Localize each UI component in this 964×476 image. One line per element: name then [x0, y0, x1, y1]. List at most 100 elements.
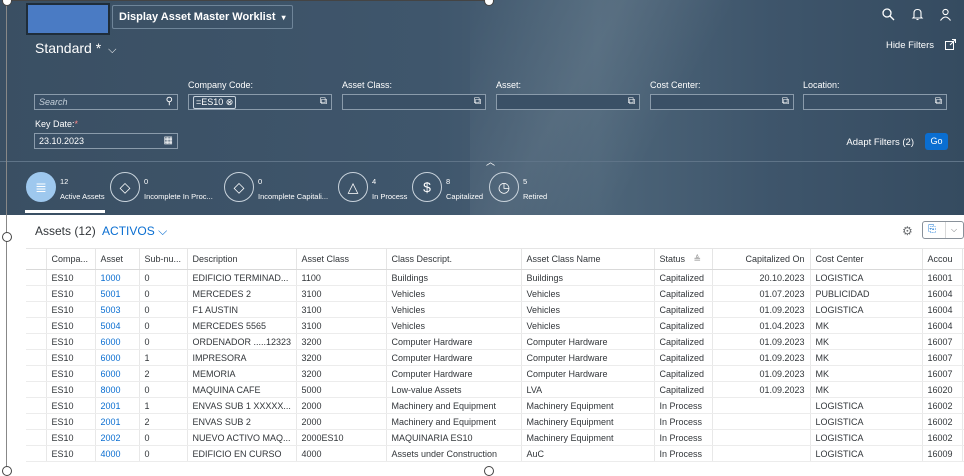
search-input[interactable]: Search ⚲	[34, 94, 178, 110]
user-icon[interactable]	[937, 8, 953, 24]
row-selector[interactable]	[26, 381, 47, 398]
row-selector[interactable]	[26, 445, 47, 462]
row-selector[interactable]	[26, 413, 47, 430]
row-selector[interactable]	[26, 429, 47, 446]
column-header[interactable]: Asset Class	[296, 248, 387, 270]
table-cell: 3200	[296, 333, 387, 350]
export-button[interactable]: ⎘ ⌵	[922, 221, 964, 239]
value-help-icon[interactable]: ⧉	[474, 95, 481, 109]
company-code-token[interactable]: =ES10 ⊗	[193, 96, 237, 109]
row-selector[interactable]	[26, 285, 47, 302]
column-header[interactable]: Cost Center	[810, 248, 923, 270]
table-cell: 0	[139, 429, 188, 446]
row-selector[interactable]	[26, 365, 47, 382]
table-row[interactable]: ES10 5003 0 F1 AUSTIN 3100 Vehicles Vehicles Ca…	[26, 301, 964, 318]
cost-center-field[interactable]: ⧉	[650, 94, 794, 110]
column-header[interactable]: Status ≜	[654, 248, 713, 270]
row-selector[interactable]	[26, 269, 47, 286]
calendar-icon[interactable]: ▦	[164, 134, 173, 148]
table-cell: In Process	[654, 413, 713, 430]
table-row[interactable]: ES10 6000 0 ORDENADOR .....12323 3200 Compute…	[26, 333, 964, 350]
asset-field[interactable]: ⧉	[496, 94, 640, 110]
table-variant-selector[interactable]: ACTIVOS ⌵	[102, 224, 167, 238]
app-title-menu[interactable]: Display Asset Master Worklist ▾	[112, 5, 293, 29]
row-selector[interactable]	[26, 301, 47, 318]
row-selector[interactable]	[26, 317, 47, 334]
column-header[interactable]: Description	[187, 248, 297, 270]
table-row[interactable]: ES10 1000 0 EDIFICIO TERMINAD... 1100 Buildin…	[26, 269, 964, 286]
table-cell: 3100	[296, 285, 387, 302]
row-selector[interactable]	[26, 349, 47, 366]
company-logo[interactable]	[26, 3, 110, 35]
row-selector[interactable]	[26, 397, 47, 414]
asset-class-field[interactable]: ⧉	[342, 94, 486, 110]
location-field[interactable]: ⧉	[803, 94, 947, 110]
search-icon[interactable]: ⚲	[166, 95, 173, 109]
column-header-label: Capitalized On	[745, 254, 805, 264]
tab-count: 12	[60, 177, 69, 186]
table-cell: Capitalized	[654, 365, 713, 382]
table-row[interactable]: ES10 4000 0 EDIFICIO EN CURSO 4000 Assets und…	[26, 445, 964, 462]
table-cell: 16007	[922, 333, 963, 350]
table-cell[interactable]: 4000	[95, 445, 140, 462]
table-cell[interactable]: 6000	[95, 365, 140, 382]
column-header[interactable]: Accou	[922, 248, 963, 270]
company-code-field[interactable]: =ES10 ⊗ ⧉	[188, 94, 332, 110]
search-icon[interactable]	[880, 8, 896, 24]
settings-icon[interactable]: ⚙	[902, 224, 913, 238]
table-row[interactable]: ES10 2001 1 ENVAS SUB 1 XXXXX... 2000 Machine…	[26, 397, 964, 414]
table-cell[interactable]: 8000	[95, 381, 140, 398]
hide-filters-button[interactable]: Hide Filters	[886, 40, 934, 51]
key-date-field[interactable]: 23.10.2023 ▦	[34, 133, 178, 149]
column-header[interactable]: Asset Class Name	[521, 248, 655, 270]
adapt-filters-button[interactable]: Adapt Filters (2)	[846, 137, 914, 148]
clock-icon: ◷	[489, 172, 519, 202]
variant-selector[interactable]: Standard * ⌵	[35, 40, 116, 57]
table-cell: 16004	[922, 317, 963, 334]
table-cell[interactable]: 5001	[95, 285, 140, 302]
table-row[interactable]: ES10 6000 2 MEMORIA 3200 Computer Hardware Com…	[26, 365, 964, 382]
resize-handle[interactable]	[484, 466, 494, 476]
table-cell[interactable]: 2001	[95, 413, 140, 430]
value-help-icon[interactable]: ⧉	[935, 95, 942, 109]
resize-handle[interactable]	[2, 466, 12, 476]
collapse-header-icon[interactable]: ︿	[486, 155, 495, 168]
bell-icon[interactable]	[909, 8, 925, 24]
table-row[interactable]: ES10 5001 0 MERCEDES 2 3100 Vehicles Vehicles C…	[26, 285, 964, 302]
table-cell: LOGISTICA	[810, 429, 923, 446]
table-cell	[712, 397, 811, 414]
table-cell[interactable]: 5003	[95, 301, 140, 318]
table-cell[interactable]: 2002	[95, 429, 140, 446]
column-header[interactable]: Class Descript.	[386, 248, 522, 270]
table-row[interactable]: ES10 8000 0 MAQUINA CAFE 5000 Low-value Asset…	[26, 381, 964, 398]
row-selector[interactable]	[26, 333, 47, 350]
table-cell[interactable]: 6000	[95, 333, 140, 350]
table-row[interactable]: ES10 2001 2 ENVAS SUB 2 2000 Machinery and Eq…	[26, 413, 964, 430]
table-cell[interactable]: 2001	[95, 397, 140, 414]
tab-count: 0	[144, 177, 149, 186]
chevron-down-icon[interactable]: ⌵	[951, 222, 957, 238]
column-header[interactable]: Asset	[95, 248, 140, 270]
resize-handle[interactable]	[2, 232, 12, 242]
value-help-icon[interactable]: ⧉	[320, 95, 327, 109]
table-row[interactable]: ES10 2002 0 NUEVO ACTIVO MAQ... 2000ES10 MAQU…	[26, 429, 964, 446]
column-header[interactable]: Compa...	[46, 248, 96, 270]
table-cell: MEMORIA	[187, 365, 297, 382]
select-column-header[interactable]	[26, 248, 47, 270]
table-cell: 16007	[922, 365, 963, 382]
share-icon[interactable]	[945, 39, 956, 53]
table-cell[interactable]: 5004	[95, 317, 140, 334]
value-help-icon[interactable]: ⧉	[628, 95, 635, 109]
value-help-icon[interactable]: ⧉	[782, 95, 789, 109]
column-header[interactable]: Sub-nu...	[139, 248, 188, 270]
table-cell: 16001	[922, 269, 963, 286]
table-cell: ES10	[46, 285, 96, 302]
table-cell[interactable]: 1000	[95, 269, 140, 286]
go-button[interactable]: Go	[925, 133, 948, 150]
column-header[interactable]: Capitalized On	[712, 248, 811, 270]
table-cell[interactable]: 6000	[95, 349, 140, 366]
table-cell: LOGISTICA	[810, 301, 923, 318]
table-row[interactable]: ES10 5004 0 MERCEDES 5565 3100 Vehicles Vehicl…	[26, 317, 964, 334]
table-cell: 16004	[922, 301, 963, 318]
table-row[interactable]: ES10 6000 1 IMPRESORA 3200 Computer Hardware C…	[26, 349, 964, 366]
